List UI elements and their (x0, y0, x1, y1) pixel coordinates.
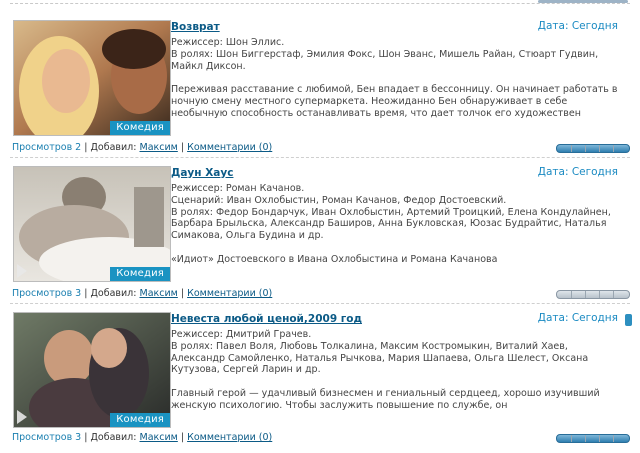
thumbnail-image (14, 21, 170, 135)
author-link[interactable]: Максим (140, 432, 178, 443)
comments-link[interactable]: Комментарии (0) (187, 142, 272, 153)
info-line: В ролях: Павел Воля, Любовь Толкалина, М… (171, 340, 568, 352)
rating-bar[interactable] (556, 290, 630, 299)
top-divider (10, 3, 630, 4)
entry-meta: Просмотров 3 | Добавил: Максим | Коммент… (12, 288, 272, 299)
entry-meta: Просмотров 2 | Добавил: Максим | Коммент… (12, 142, 272, 153)
info-line: Барбара Брыльска, Александр Баширов, Анн… (171, 218, 607, 230)
play-icon[interactable] (17, 264, 27, 278)
comments-link[interactable]: Комментарии (0) (187, 432, 272, 443)
added-by-label: Добавил: (90, 432, 137, 443)
movie-entry-3: Комедия Невеста любой ценой,2009 год Дат… (10, 312, 632, 452)
movie-info: Режиссер: Дмитрий Грачев. В ролях: Павел… (171, 329, 623, 412)
genre-badge: Комедия (110, 121, 170, 135)
separator: | (84, 288, 88, 299)
comments-link[interactable]: Комментарии (0) (187, 288, 272, 299)
thumbnail-image (14, 167, 170, 281)
genre-badge: Комедия (110, 267, 170, 281)
entry-meta: Просмотров 3 | Добавил: Максим | Коммент… (12, 432, 272, 443)
movie-info: Режиссер: Роман Качанов. Сценарий: Иван … (171, 183, 623, 266)
info-line: Александр Самойленко, Наталья Рычкова, М… (171, 352, 589, 364)
movie-title-link[interactable]: Возврат (171, 21, 220, 33)
info-line: Кутузова, Сергей Ларин и др. (171, 364, 321, 376)
rating-bar[interactable] (556, 434, 630, 443)
separator: | (84, 432, 88, 443)
separator: | (180, 432, 185, 443)
movie-entry-1: Комедия Возврат Дата: Сегодня Режиссер: … (10, 20, 630, 160)
movie-thumbnail[interactable]: Комедия (13, 20, 171, 136)
movie-title-link[interactable]: Даун Хаус (171, 167, 233, 179)
views-count: Просмотров 3 (12, 288, 82, 299)
info-line: Режиссер: Шон Эллис. (171, 37, 285, 48)
desc-line: Главный герой — удачливый бизнесмен и ге… (171, 388, 600, 400)
added-by-label: Добавил: (90, 142, 137, 153)
added-by-label: Добавил: (90, 288, 137, 299)
play-icon[interactable] (17, 410, 27, 424)
author-link[interactable]: Максим (140, 142, 178, 153)
info-line: Майкл Диксон. (171, 60, 246, 72)
entry-divider (10, 303, 630, 304)
desc-line: женскую психологию. Чтобы заслужить повы… (171, 399, 508, 411)
genre-badge: Комедия (110, 413, 170, 427)
thumbnail-image (14, 313, 170, 427)
date-label: Дата: Сегодня (537, 166, 618, 178)
movie-description: «Идиот» Достоевского в Ивана Охлобыстина… (171, 254, 623, 266)
info-line: Симакова, Ольга Будина и др. (171, 230, 324, 242)
movie-description: Главный герой — удачливый бизнесмен и ге… (171, 388, 623, 412)
date-label: Дата: Сегодня (537, 312, 618, 324)
info-line: Режиссер: Дмитрий Грачев. (171, 329, 312, 340)
rating-bar[interactable] (556, 144, 630, 153)
movie-info: Режиссер: Шон Эллис. В ролях: Шон Биггер… (171, 37, 623, 120)
entry-divider (10, 157, 630, 158)
date-label: Дата: Сегодня (537, 20, 618, 32)
views-count: Просмотров 2 (12, 142, 82, 153)
movie-description: Переживая расставание с любимой, Бен впа… (171, 84, 623, 119)
movie-title-link[interactable]: Невеста любой ценой,2009 год (171, 313, 362, 325)
top-rating-stub (538, 0, 628, 3)
movie-entry-2: Комедия Даун Хаус Дата: Сегодня Режиссер… (10, 166, 630, 306)
separator: | (84, 142, 88, 153)
movie-thumbnail[interactable]: Комедия (13, 166, 171, 282)
author-link[interactable]: Максим (140, 288, 178, 299)
separator: | (180, 142, 185, 153)
desc-line: Переживая расставание с любимой, Бен впа… (171, 84, 618, 96)
desc-line: «Идиот» Достоевского в Ивана Охлобыстина… (171, 253, 498, 265)
info-line: Сценарий: Иван Охлобыстин, Роман Качанов… (171, 194, 507, 206)
info-line: Режиссер: Роман Качанов. (171, 183, 305, 194)
date-edge-marker (625, 314, 632, 326)
views-count: Просмотров 3 (12, 432, 82, 443)
info-line: В ролях: Шон Биггерстаф, Эмилия Фокс, Шо… (171, 48, 599, 60)
separator: | (180, 288, 185, 299)
desc-line: ночную смену местного супермаркета. Неож… (171, 96, 568, 108)
info-line: В ролях: Федор Бондарчук, Иван Охлобысти… (171, 206, 611, 218)
movie-thumbnail[interactable]: Комедия (13, 312, 171, 428)
desc-line: необычную способность останавливать врем… (171, 107, 581, 119)
